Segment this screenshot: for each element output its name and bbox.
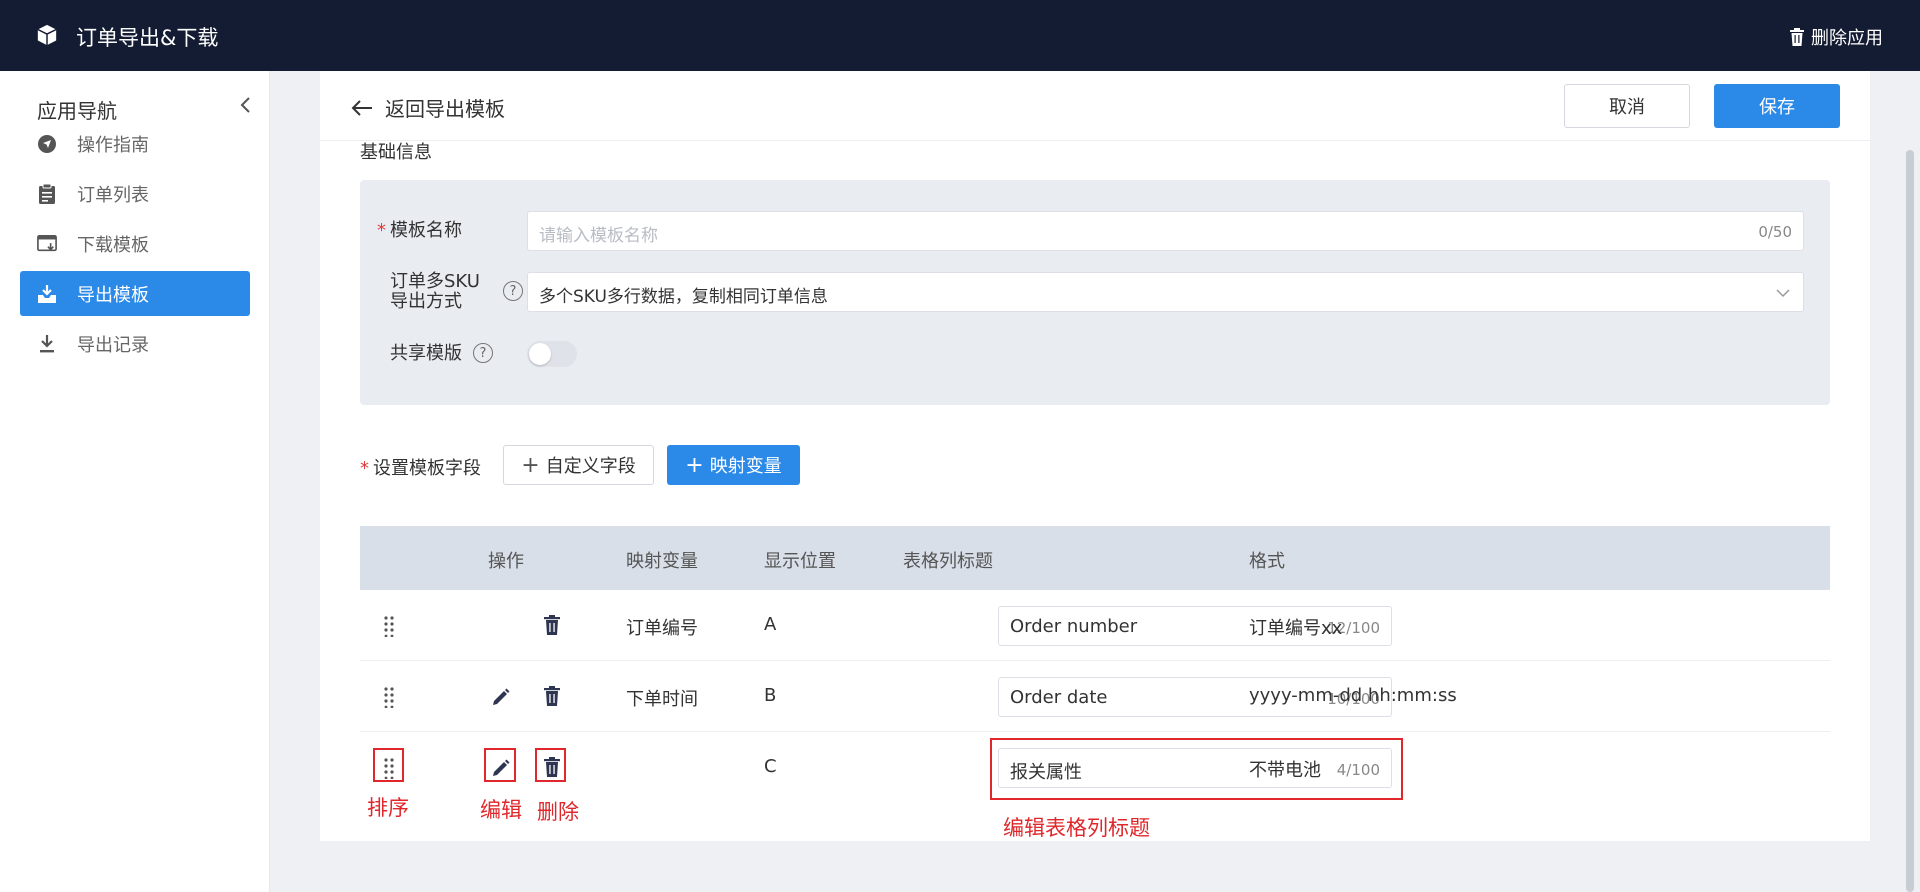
page-header: 返回导出模板 取消 保存 (320, 71, 1870, 141)
sidebar: 应用导航 操作指南 订单列表 下载模板 导出模板 导出记录 (0, 71, 270, 892)
sidebar-item-label: 操作指南 (77, 134, 149, 156)
trash-icon[interactable] (543, 615, 561, 635)
format-cell: yyyy-mm-dd hh:mm:ss (1249, 685, 1457, 706)
help-icon[interactable]: ? (473, 343, 493, 363)
annotation-edit-title: 编辑表格列标题 (1003, 816, 1150, 840)
table-row: 下单时间 B Order date 10/100 yyyy-mm-dd hh:m… (360, 661, 1830, 732)
required-mark: * (377, 220, 386, 241)
column-title-value: Order number (1010, 616, 1138, 637)
clipboard-icon (37, 183, 57, 204)
sku-mode-select[interactable]: 多个SKU多行数据，复制相同订单信息 (527, 272, 1804, 312)
sku-mode-label: 订单多SKU 导出方式 (390, 271, 480, 312)
template-name-input[interactable]: 请输入模板名称 0/50 (527, 211, 1804, 251)
template-name-label: * 模板名称 (377, 220, 462, 241)
drag-handle-icon[interactable] (382, 686, 396, 708)
column-header: 显示位置 (764, 551, 836, 572)
annotation-sort: 排序 (367, 796, 409, 820)
column-header: 映射变量 (626, 551, 698, 572)
arrow-left-icon (351, 99, 372, 116)
annotation-box-edit-title (990, 738, 1403, 800)
delete-app-button[interactable]: 删除应用 (1789, 24, 1883, 50)
variable-cell: 订单编号 (626, 618, 698, 639)
template-download-icon (37, 234, 57, 254)
share-toggle[interactable] (527, 341, 577, 367)
annotation-delete: 删除 (537, 800, 579, 824)
share-label: 共享模版 (390, 343, 462, 364)
delete-app-label: 删除应用 (1811, 28, 1883, 49)
scrollbar[interactable] (1906, 150, 1914, 892)
position-cell: C (764, 756, 777, 777)
help-icon[interactable]: ? (503, 281, 523, 301)
column-header: 操作 (488, 551, 524, 572)
sidebar-item-download-template[interactable]: 下载模板 (20, 221, 250, 266)
download-icon (37, 334, 57, 354)
required-mark: * (360, 458, 369, 479)
table-row: 订单编号 A Order number 12/100 订单编号xx (360, 590, 1830, 661)
sidebar-item-label: 订单列表 (77, 184, 149, 206)
section-title-basic: 基础信息 (360, 142, 432, 163)
annotation-box-delete (535, 748, 566, 782)
map-variable-button[interactable]: + 映射变量 (667, 445, 800, 485)
sidebar-item-label: 导出模板 (77, 284, 149, 306)
cube-icon (37, 24, 57, 46)
annotation-edit: 编辑 (480, 798, 522, 822)
add-custom-field-label: 自定义字段 (545, 456, 636, 477)
map-variable-label: 映射变量 (709, 456, 782, 477)
plus-icon: + (521, 452, 540, 478)
sidebar-item-label: 导出记录 (77, 334, 149, 356)
save-button[interactable]: 保存 (1714, 84, 1840, 128)
export-tray-icon (37, 284, 57, 304)
toggle-knob (529, 343, 551, 365)
sidebar-item-export-template[interactable]: 导出模板 (20, 271, 250, 316)
table-header: 操作 映射变量 显示位置 表格列标题 格式 (360, 526, 1830, 590)
variable-cell: 下单时间 (626, 689, 698, 710)
app-title: 订单导出&下载 (76, 26, 219, 50)
annotation-box-edit (484, 748, 516, 782)
trash-icon (1790, 28, 1804, 46)
sidebar-title: 应用导航 (37, 99, 117, 123)
trash-icon[interactable] (543, 686, 561, 706)
template-name-placeholder: 请输入模板名称 (539, 226, 658, 246)
column-title-value: Order date (1010, 687, 1108, 708)
annotation-box-sort (373, 748, 404, 782)
pencil-icon[interactable] (491, 687, 511, 707)
format-cell: 订单编号xx (1249, 618, 1343, 639)
chevron-down-icon (1776, 289, 1790, 298)
sidebar-item-orders[interactable]: 订单列表 (20, 171, 250, 216)
chevron-left-icon[interactable] (236, 95, 256, 115)
position-cell: B (764, 685, 777, 706)
template-fields-label: * 设置模板字段 (360, 458, 481, 479)
add-custom-field-button[interactable]: + 自定义字段 (503, 445, 654, 485)
basic-info-panel: * 模板名称 请输入模板名称 0/50 订单多SKU 导出方式 ? 多个SKU多行数… (360, 180, 1830, 405)
drag-handle-icon[interactable] (382, 615, 396, 637)
sidebar-item-label: 下载模板 (77, 234, 149, 256)
sidebar-item-export-records[interactable]: 导出记录 (20, 321, 250, 366)
main-card: 返回导出模板 取消 保存 基础信息 * 模板名称 请输入模板名称 0/50 订单多… (320, 71, 1870, 841)
sidebar-item-guide[interactable]: 操作指南 (20, 121, 250, 166)
plus-icon: + (685, 452, 704, 478)
column-header: 表格列标题 (903, 551, 993, 572)
top-bar: 订单导出&下载 删除应用 (0, 0, 1920, 71)
cancel-button[interactable]: 取消 (1564, 84, 1690, 128)
char-count: 0/50 (1758, 223, 1792, 241)
position-cell: A (764, 614, 777, 635)
sku-mode-value: 多个SKU多行数据，复制相同订单信息 (539, 287, 828, 307)
column-header: 格式 (1249, 551, 1285, 572)
navigation-icon (37, 134, 57, 154)
back-link[interactable]: 返回导出模板 (351, 93, 505, 122)
back-link-label: 返回导出模板 (385, 97, 505, 121)
